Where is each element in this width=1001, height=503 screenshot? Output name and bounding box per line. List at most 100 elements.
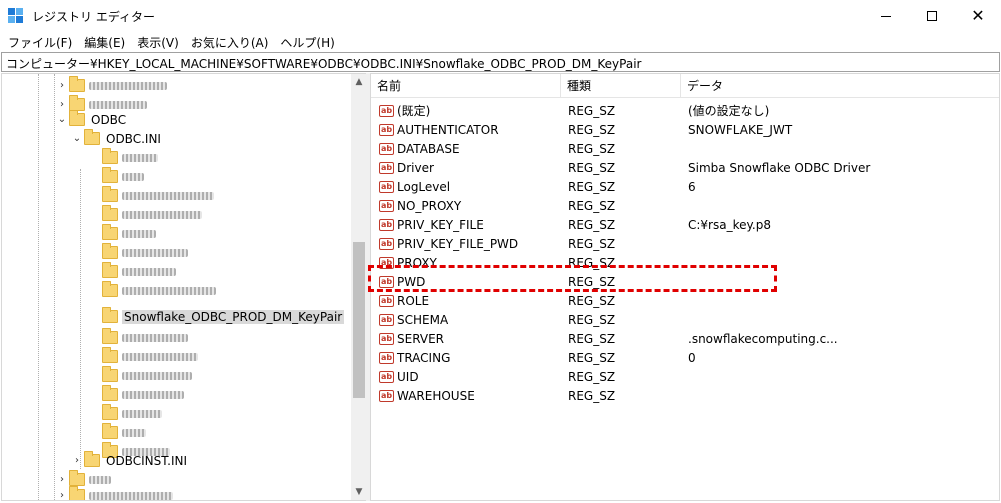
tree-node-selected[interactable]: Snowflake_ODBC_PROD_DM_KeyPair (102, 307, 345, 326)
value-type: REG_SZ (568, 160, 616, 175)
value-row[interactable]: ab UID REG_SZ (371, 367, 999, 386)
value-name: PRIV_KEY_FILE (397, 217, 484, 232)
tree-node[interactable] (102, 385, 184, 404)
value-name: PWD (397, 274, 426, 289)
value-name-cell: ab UID (371, 370, 561, 384)
folder-icon (102, 205, 118, 221)
redacted-label (122, 390, 184, 399)
title-bar: レジストリ エディター ✕ (0, 0, 1001, 32)
tree-node-odbc-ini[interactable]: ⌄ ODBC.INI (70, 129, 163, 148)
value-data: 0 (688, 350, 696, 365)
value-name-cell: ab DATABASE (371, 142, 561, 156)
menu-file[interactable]: ファイル(F) (2, 32, 78, 52)
close-button[interactable]: ✕ (955, 0, 1001, 32)
value-row[interactable]: ab LogLevel REG_SZ 6 (371, 177, 999, 196)
address-bar[interactable]: コンピューター¥HKEY_LOCAL_MACHINE¥SOFTWARE¥ODBC… (1, 52, 1000, 72)
string-value-icon: ab (379, 142, 394, 155)
tree-node[interactable] (102, 347, 198, 366)
redacted-label (122, 267, 176, 276)
menu-edit[interactable]: 編集(E) (78, 32, 131, 52)
window-title: レジストリ エディター (32, 10, 155, 24)
menu-help[interactable]: ヘルプ(H) (274, 32, 340, 52)
value-row[interactable]: ab PROXY REG_SZ (371, 253, 999, 272)
chevron-down-icon[interactable]: ⌄ (70, 133, 84, 144)
tree-node[interactable] (102, 224, 156, 243)
value-name-cell: ab PROXY (371, 256, 561, 270)
folder-icon (102, 423, 118, 439)
tree-node[interactable] (102, 366, 192, 385)
redacted-label (89, 475, 111, 484)
maximize-button[interactable] (909, 0, 955, 32)
folder-icon (69, 470, 85, 486)
chevron-down-icon[interactable]: ⌄ (55, 114, 69, 125)
tree-node[interactable] (102, 205, 202, 224)
column-header-type[interactable]: 種類 (561, 74, 681, 98)
value-row[interactable]: ab PWD REG_SZ (371, 272, 999, 291)
string-value-icon: ab (379, 275, 394, 288)
value-row[interactable]: ab AUTHENTICATOR REG_SZ SNOWFLAKE_JWT (371, 120, 999, 139)
value-name: UID (397, 369, 419, 384)
scroll-down-icon[interactable]: ▼ (351, 484, 366, 500)
redacted-label (122, 210, 202, 219)
folder-icon (84, 451, 100, 467)
registry-tree: › › ⌄ ODBC ⌄ ODBC.INI Snowflake_ODBC_PROD_… (1, 73, 366, 501)
string-value-icon: ab (379, 294, 394, 307)
chevron-right-icon[interactable]: › (55, 474, 69, 485)
folder-icon (102, 224, 118, 240)
tree-node[interactable] (102, 328, 188, 347)
value-row[interactable]: ab (既定) REG_SZ (値の設定なし) (371, 101, 999, 120)
value-row[interactable]: ab WAREHOUSE REG_SZ (371, 386, 999, 405)
tree-node[interactable]: › (55, 76, 167, 95)
redacted-label (122, 428, 146, 437)
regedit-icon (8, 8, 24, 24)
value-type: REG_SZ (568, 122, 616, 137)
chevron-right-icon[interactable]: › (55, 99, 69, 110)
chevron-right-icon[interactable]: › (55, 490, 69, 500)
value-row[interactable]: ab SERVER REG_SZ .snowflakecomputing.c... (371, 329, 999, 348)
value-name-cell: ab Driver (371, 161, 561, 175)
value-row[interactable]: ab Driver REG_SZ Simba Snowflake ODBC Drive… (371, 158, 999, 177)
value-type: REG_SZ (568, 331, 616, 346)
menu-favorites[interactable]: お気に入り(A) (185, 32, 275, 52)
tree-node-odbc[interactable]: ⌄ ODBC (55, 110, 128, 129)
value-name: NO_PROXY (397, 198, 462, 213)
value-name-cell: ab (既定) (371, 102, 561, 119)
tree-node[interactable] (102, 186, 214, 205)
tree-node[interactable] (102, 404, 162, 423)
scrollbar-thumb[interactable] (353, 242, 365, 398)
chevron-right-icon[interactable]: › (55, 80, 69, 91)
tree-node[interactable] (102, 423, 146, 442)
redacted-label (122, 409, 162, 418)
tree-node[interactable]: › (55, 486, 173, 500)
folder-icon (102, 167, 118, 183)
scroll-up-icon[interactable]: ▲ (351, 74, 366, 90)
value-row[interactable]: ab PRIV_KEY_FILE_PWD REG_SZ (371, 234, 999, 253)
value-row[interactable]: ab TRACING REG_SZ 0 (371, 348, 999, 367)
value-name: SCHEMA (397, 312, 449, 327)
string-value-icon: ab (379, 389, 394, 402)
value-row[interactable]: ab DATABASE REG_SZ (371, 139, 999, 158)
value-name: (既定) (397, 104, 431, 118)
tree-scrollbar[interactable]: ▲ ▼ (351, 74, 366, 500)
tree-node-label: ODBC (91, 112, 127, 127)
value-row[interactable]: ab PRIV_KEY_FILE REG_SZ C:¥rsa_key.p8 (371, 215, 999, 234)
value-name-cell: ab PRIV_KEY_FILE (371, 218, 561, 232)
value-row[interactable]: ab ROLE REG_SZ (371, 291, 999, 310)
value-data: 6 (688, 179, 696, 194)
tree-node[interactable] (102, 167, 144, 186)
menu-view[interactable]: 表示(V) (131, 32, 185, 52)
minimize-button[interactable] (863, 0, 909, 32)
value-type: REG_SZ (568, 141, 616, 156)
chevron-right-icon[interactable]: › (70, 455, 84, 466)
tree-node[interactable] (102, 262, 176, 281)
column-header-name[interactable]: 名前 (371, 74, 561, 98)
value-row[interactable]: ab SCHEMA REG_SZ (371, 310, 999, 329)
maximize-icon (927, 11, 937, 21)
column-header-data[interactable]: データ (681, 74, 999, 98)
tree-node[interactable] (102, 243, 188, 262)
string-value-icon: ab (379, 123, 394, 136)
tree-node-odbcinst[interactable]: › ODBCINST.INI (70, 451, 189, 470)
tree-node[interactable] (102, 281, 216, 300)
tree-node[interactable] (102, 148, 158, 167)
value-row[interactable]: ab NO_PROXY REG_SZ (371, 196, 999, 215)
